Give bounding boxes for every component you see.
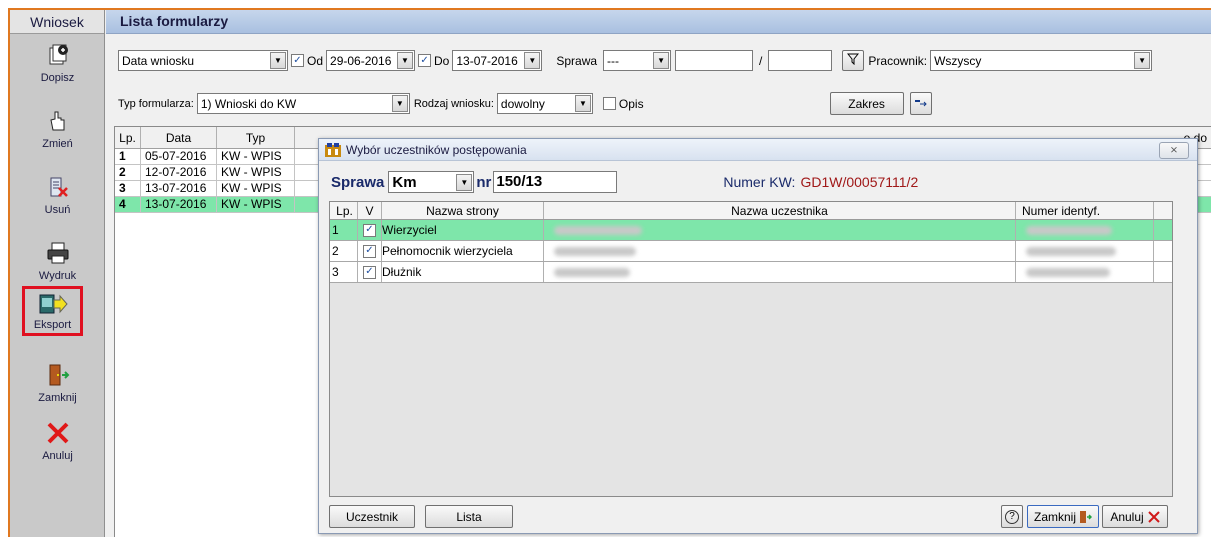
chevron-down-icon[interactable]: ▼ <box>574 95 591 112</box>
sidebar-title: Wniosek <box>10 10 104 34</box>
eksport-button[interactable]: Eksport <box>22 286 83 336</box>
range-picker-button[interactable] <box>909 92 932 115</box>
participants-dialog: Wybór uczestników postępowania ⨯ Sprawa … <box>318 138 1198 534</box>
zamknij-dialog-button[interactable]: Zamknij <box>1027 505 1099 528</box>
sprawa-type-select[interactable]: Km ▼ <box>388 171 475 193</box>
usun-button[interactable]: Usuń <box>10 174 105 216</box>
row-checkbox[interactable]: ✓ <box>363 223 376 237</box>
participants-grid: Lp. V Nazwa strony Nazwa uczestnika Nume… <box>329 201 1173 497</box>
export-icon <box>25 291 80 317</box>
pracownik-select[interactable]: Wszyscy ▼ <box>930 50 1153 71</box>
exit-door-icon <box>1078 510 1092 524</box>
main-panel: Lista formularzy Data wniosku ▼ ✓ Od 29-… <box>106 10 1211 537</box>
dopisz-button[interactable]: Dopisz <box>10 42 105 84</box>
close-icon: ⨯ <box>1169 145 1179 156</box>
exit-door-icon <box>10 362 105 388</box>
redacted-text <box>554 226 642 236</box>
printer-icon <box>10 240 105 266</box>
do-checkbox[interactable]: ✓ <box>418 54 432 67</box>
sidebar-toolbar: Wniosek Dopisz Zmień Usuń Wydruk Eksport… <box>10 10 105 537</box>
numer-kw-value: GD1W/00057111/2 <box>800 174 919 190</box>
chevron-down-icon[interactable]: ▼ <box>397 52 414 69</box>
delete-icon <box>10 174 105 200</box>
cancel-x-icon <box>10 420 105 446</box>
grid-row[interactable]: 3 ✓ Dłużnik <box>330 262 1172 283</box>
funnel-icon <box>847 53 860 68</box>
app-icon <box>325 142 341 157</box>
redacted-text <box>554 268 630 278</box>
do-date-field[interactable]: 13-07-2016 ▼ <box>452 50 543 71</box>
redacted-text <box>1026 268 1110 278</box>
col-data[interactable]: Data <box>141 127 217 148</box>
sprawa-year-input[interactable] <box>768 50 833 71</box>
chevron-down-icon[interactable]: ▼ <box>270 52 286 69</box>
zamknij-button[interactable]: Zamknij <box>10 362 105 404</box>
help-button[interactable]: ? <box>1001 505 1023 528</box>
zmien-button[interactable]: Zmień <box>10 108 105 150</box>
add-document-icon <box>10 42 105 68</box>
filter-button[interactable] <box>842 50 865 71</box>
chevron-down-icon[interactable]: ▼ <box>456 173 473 191</box>
chevron-down-icon[interactable]: ▼ <box>653 52 670 69</box>
row-checkbox[interactable]: ✓ <box>363 244 376 258</box>
od-checkbox[interactable]: ✓ <box>291 54 304 67</box>
close-button[interactable]: ⨯ <box>1159 142 1189 159</box>
sprawa-select[interactable]: --- ▼ <box>603 50 672 71</box>
help-icon: ? <box>1005 509 1019 524</box>
anuluj-dialog-button[interactable]: Anuluj <box>1102 505 1168 528</box>
range-icon <box>914 97 928 111</box>
opis-checkbox[interactable] <box>602 97 616 110</box>
zakres-button[interactable]: Zakres <box>829 92 904 115</box>
grid-row[interactable]: 2 ✓ Pełnomocnik wierzyciela <box>330 241 1172 262</box>
date-type-select[interactable]: Data wniosku ▼ <box>118 50 288 71</box>
row-checkbox[interactable]: ✓ <box>363 265 376 279</box>
typ-formularza-select[interactable]: 1) Wnioski do KW ▼ <box>196 93 410 114</box>
page-title: Lista formularzy <box>106 10 1211 34</box>
grid-row-selected[interactable]: 1 ✓ Wierzyciel <box>330 220 1172 241</box>
od-date-field[interactable]: 29-06-2016 ▼ <box>326 50 416 71</box>
redacted-text <box>1026 226 1112 236</box>
wydruk-button[interactable]: Wydruk <box>10 240 105 282</box>
filter-row-type: Typ formularza: 1) Wnioski do KW ▼ Rodza… <box>118 92 932 115</box>
dialog-titlebar[interactable]: Wybór uczestników postępowania <box>319 139 1197 161</box>
chevron-down-icon[interactable]: ▼ <box>524 52 541 69</box>
filter-row-dates: Data wniosku ▼ ✓ Od 29-06-2016 ▼ ✓ Do 13… <box>118 50 1153 71</box>
app-frame: Wniosek Dopisz Zmień Usuń Wydruk Eksport… <box>8 8 1211 537</box>
cancel-x-icon <box>1147 510 1160 523</box>
sprawa-number-input[interactable] <box>675 50 754 71</box>
col-typ[interactable]: Typ <box>217 127 295 148</box>
dialog-sprawa-row: Sprawa Km ▼ nr 150/13 Numer KW: GD1W/000… <box>331 171 918 193</box>
redacted-text <box>554 247 636 257</box>
chevron-down-icon[interactable]: ▼ <box>1134 52 1151 69</box>
edit-hand-icon <box>10 108 105 134</box>
grid-header: Lp. V Nazwa strony Nazwa uczestnika Nume… <box>330 202 1172 220</box>
nr-input[interactable]: 150/13 <box>493 171 618 193</box>
col-lp[interactable]: Lp. <box>115 127 141 148</box>
anuluj-button[interactable]: Anuluj <box>10 420 105 462</box>
dialog-title: Wybór uczestników postępowania <box>346 142 527 157</box>
redacted-text <box>1026 247 1116 257</box>
lista-button[interactable]: Lista <box>425 505 513 528</box>
uczestnik-button[interactable]: Uczestnik <box>329 505 415 528</box>
rodzaj-wniosku-select[interactable]: dowolny ▼ <box>496 93 593 114</box>
chevron-down-icon[interactable]: ▼ <box>391 95 408 112</box>
